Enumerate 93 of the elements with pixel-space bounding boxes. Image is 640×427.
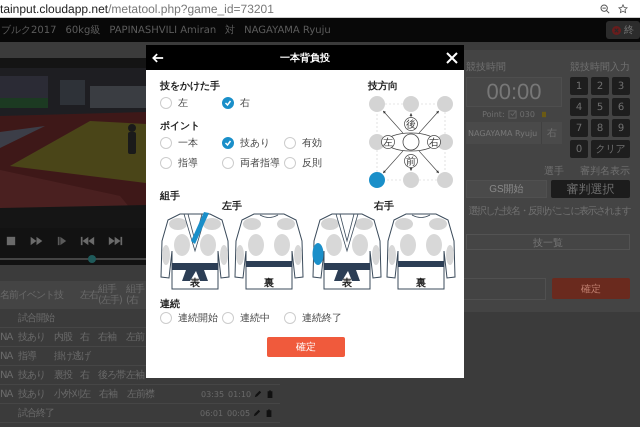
view-label: 裏 — [264, 278, 274, 289]
address-bar[interactable]: tainput.cloudapp.net/metatool.php?game_id=73201 — [0, 0, 640, 18]
match-info-text: PAPINASHVILI Amiran — [109, 24, 216, 36]
option-label: 右 — [240, 97, 250, 110]
keypad-key[interactable]: 6 — [612, 98, 630, 116]
radio-button[interactable] — [160, 312, 172, 324]
option-label: 反則 — [302, 157, 322, 170]
match-info-text: ブルク2017 — [1, 24, 56, 37]
marker-icon — [542, 111, 546, 118]
radio-button[interactable] — [160, 97, 172, 109]
direction-arrow — [410, 166, 412, 171]
direction-label: 前 — [404, 154, 418, 168]
radio-button[interactable] — [284, 137, 296, 149]
match-info-text: 60kg級 — [65, 24, 100, 37]
trash-icon[interactable] — [266, 390, 274, 398]
jacket-drawing[interactable]: 裏 — [234, 211, 304, 291]
jacket-drawing[interactable]: 裏 — [386, 211, 456, 291]
keypad-key[interactable]: 8 — [591, 119, 609, 137]
grip-zone[interactable] — [191, 212, 209, 244]
close-icon[interactable] — [446, 52, 458, 64]
keypad-key[interactable]: 3 — [612, 77, 630, 95]
check-icon — [223, 98, 233, 108]
jacket-drawing[interactable]: 表 — [160, 211, 230, 291]
url-text: tainput.cloudapp.net/metatool.php?game_id=73201 — [0, 2, 275, 16]
back-arrow-icon[interactable] — [152, 52, 164, 64]
view-label: 裏 — [416, 278, 426, 289]
radio-button[interactable] — [222, 157, 234, 169]
keypad-key[interactable]: 5 — [591, 98, 609, 116]
direction-arrow — [410, 113, 412, 118]
direction-label: 右 — [427, 135, 441, 149]
jacket-drawing[interactable]: 表 — [312, 211, 382, 291]
hand-label: 左手 — [222, 200, 242, 213]
fast-forward-icon[interactable] — [29, 236, 44, 246]
option-label: 有効 — [302, 136, 322, 150]
keypad-key[interactable]: 9 — [612, 119, 630, 137]
keypad-key[interactable]: クリア — [591, 140, 630, 158]
radio-button[interactable] — [222, 312, 234, 324]
option-label: 連続中 — [240, 312, 270, 325]
option-label: 連続開始 — [178, 312, 218, 325]
zoom-out-icon[interactable] — [600, 4, 610, 14]
star-icon[interactable] — [618, 4, 628, 14]
gs-start-button[interactable]: GS開始 — [466, 180, 547, 198]
view-label: 表 — [342, 278, 352, 289]
skip-forward-icon[interactable] — [108, 236, 123, 246]
keypad-key[interactable]: 2 — [591, 77, 609, 95]
match-info-text: NAGAYAMA Ryuju — [244, 24, 331, 36]
option-label: 指導 — [178, 156, 198, 170]
stop-icon[interactable] — [6, 236, 16, 246]
edit-icon[interactable] — [253, 409, 261, 417]
check-icon — [223, 138, 233, 148]
section-label: ポイント — [160, 120, 201, 133]
checkbox-icon[interactable] — [508, 110, 517, 119]
keypad-key[interactable]: 7 — [570, 119, 588, 137]
section-label: 組手 — [160, 190, 181, 203]
radio-button[interactable] — [284, 157, 296, 169]
referee-select-button[interactable]: 審判選択 — [551, 180, 630, 198]
hand-label: 右手 — [374, 200, 394, 213]
keypad-key[interactable]: 1 — [570, 77, 588, 95]
end-button[interactable]: 終 — [606, 21, 640, 39]
option-label: 技あり — [240, 136, 270, 150]
direction-label: 後 — [404, 117, 418, 131]
option-label: 一本 — [178, 136, 198, 150]
direction-arrow — [418, 110, 440, 134]
close-icon — [612, 26, 621, 34]
keypad-key[interactable]: 4 — [570, 98, 588, 116]
confirm-button[interactable]: 確定 — [267, 337, 345, 357]
radio-button[interactable] — [222, 137, 234, 149]
option-label: 連続終了 — [302, 312, 342, 325]
section-label: 技をかけた手 — [160, 80, 221, 93]
radio-button[interactable] — [160, 137, 172, 149]
option-label: 左 — [178, 97, 188, 110]
trash-icon[interactable] — [265, 409, 273, 417]
step-forward-icon[interactable] — [57, 236, 67, 246]
radio-button[interactable] — [160, 157, 172, 169]
view-label: 表 — [190, 278, 200, 289]
radio-button[interactable] — [222, 97, 234, 109]
seek-thumb[interactable] — [88, 255, 96, 263]
grip-zone[interactable] — [312, 243, 324, 265]
option-label: 両者指導 — [240, 156, 280, 170]
match-info-text: 対 — [225, 24, 236, 37]
direction-arrow — [382, 110, 404, 134]
direction-arrow — [382, 150, 404, 174]
radio-button[interactable] — [284, 312, 296, 324]
edit-icon[interactable] — [254, 390, 262, 398]
skip-back-icon[interactable] — [80, 236, 95, 246]
keypad-key[interactable]: 0 — [570, 140, 588, 158]
section-label: 技方向 — [368, 79, 399, 93]
confirm-button[interactable]: 確定 — [552, 278, 630, 299]
direction-label: 左 — [381, 135, 395, 149]
direction-arrow — [418, 150, 440, 174]
section-label: 連続 — [160, 298, 181, 311]
direction-option[interactable] — [369, 172, 385, 188]
dialog-title: 一本背負投 — [280, 52, 330, 64]
